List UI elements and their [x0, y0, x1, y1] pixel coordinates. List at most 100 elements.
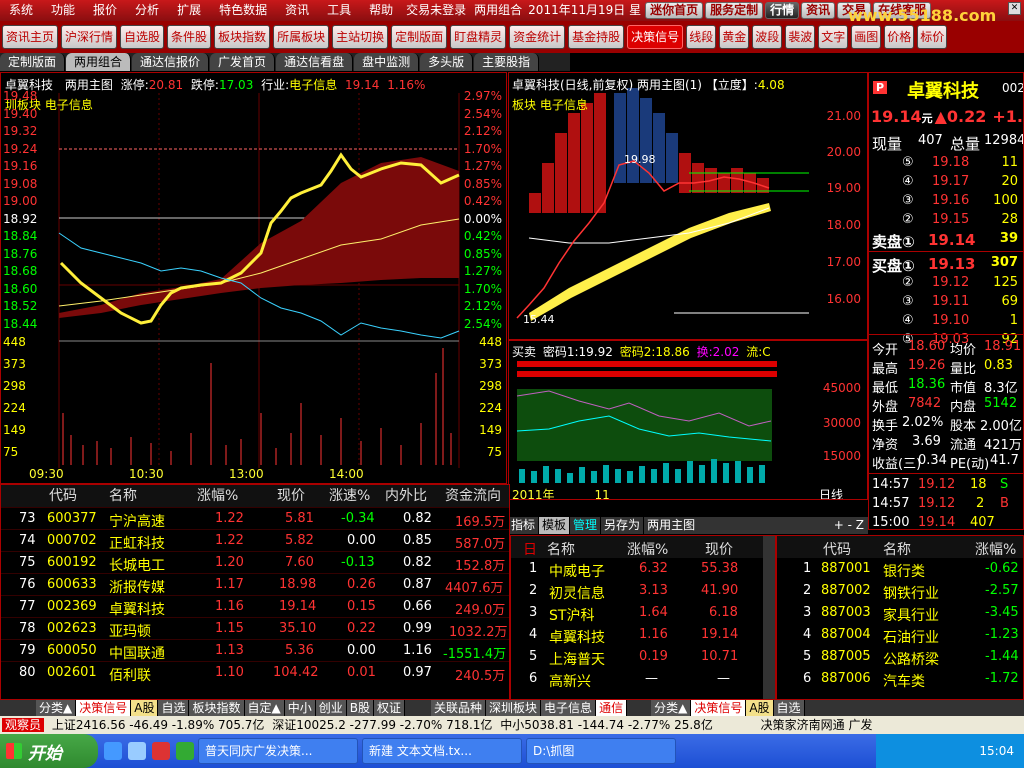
tab-custom[interactable]: 自定▲ [244, 700, 285, 716]
ie-icon[interactable] [104, 742, 122, 760]
server-switch-button[interactable]: 主站切换 [332, 25, 389, 49]
tab-decision-signal[interactable]: 决策信号 [76, 700, 132, 716]
tab-template[interactable]: 模板 [539, 517, 571, 534]
tab-watchlist-right[interactable]: 自选 [773, 700, 805, 716]
tab-a-shares-right[interactable]: A股 [746, 700, 774, 716]
quote-button[interactable]: 行情 [765, 2, 800, 19]
tab-tdx-watch[interactable]: 通达信看盘 [276, 53, 354, 71]
news-home-button[interactable]: 资讯主页 [2, 25, 59, 49]
decision-signal-button[interactable]: 决策信号 [627, 25, 684, 49]
tab-tdx-quote[interactable]: 通达信报价 [132, 53, 210, 71]
tab-watchlist[interactable]: 自选 [158, 700, 190, 716]
tab-main-index[interactable]: 主要股指 [474, 53, 540, 71]
menu-icon[interactable]: 日 [523, 539, 537, 559]
tab-b-shares[interactable]: B股 [346, 700, 374, 716]
tab-category-right[interactable]: 分类▲ [651, 700, 692, 716]
list-item[interactable]: 5 上海普天 0.19 10.71 [511, 646, 775, 668]
period-label[interactable]: 日线 [819, 486, 843, 499]
tab-intraday-monitor[interactable]: 盘中监测 [354, 53, 420, 71]
sz-index[interactable]: 深证10025.2 -277.99 -2.70% 718.1亿 [272, 718, 492, 732]
table-row[interactable]: 73 600377 宁沪高速 1.22 5.81 -0.34 0.82 169.5万 [1, 507, 509, 530]
list-item[interactable]: 4 卓翼科技 1.16 19.14 [511, 624, 775, 646]
start-button[interactable]: 开始 [0, 734, 98, 768]
news-button[interactable]: 资讯 [801, 2, 836, 19]
tab-a-shares[interactable]: A股 [131, 700, 159, 716]
list-item[interactable]: 3 887003 家具行业 -3.45 [777, 602, 1023, 624]
menu-help[interactable]: 帮助 [360, 0, 402, 21]
app2-icon[interactable] [176, 742, 194, 760]
table-row[interactable]: 76 600633 浙报传媒 1.17 18.98 0.26 0.87 4407.6万 [1, 573, 509, 596]
task-app-3[interactable]: D:\抓图 [526, 738, 676, 764]
app-icon[interactable] [152, 742, 170, 760]
desktop-icon[interactable] [128, 742, 146, 760]
tab-chinext[interactable]: 创业 [315, 700, 347, 716]
tab-sz-sector[interactable]: 深圳板块 [486, 700, 542, 716]
intraday-chart-panel[interactable]: 卓翼科技 两用主图 涨停:20.81 跌停:17.03 行业:电子信息 19.1… [0, 72, 507, 484]
service-button[interactable]: 服务定制 [705, 2, 764, 19]
menu-extend[interactable]: 扩展 [168, 0, 210, 21]
list-item[interactable]: 3 ST沪科 1.64 6.18 [511, 602, 775, 624]
kline-indicator-panel[interactable]: 买卖 密码1:19.92 密码2:18.86 换:2.02 流:C 45000 … [508, 340, 868, 500]
menu-news[interactable]: 资讯 [276, 0, 318, 21]
task-app-2[interactable]: 新建 文本文档.tx... [362, 738, 522, 764]
market-quote-button[interactable]: 沪深行情 [61, 25, 118, 49]
tab-telecom[interactable]: 通信 [596, 700, 628, 716]
menu-special-data[interactable]: 特色数据 [210, 0, 276, 21]
fund-holdings-button[interactable]: 基金持股 [568, 25, 625, 49]
monitor-button[interactable]: 盯盘精灵 [450, 25, 507, 49]
line-segment-button[interactable]: 线段 [686, 25, 717, 49]
tab-electronics[interactable]: 电子信息 [541, 700, 597, 716]
list-item[interactable]: 2 887002 钢铁行业 -2.57 [777, 580, 1023, 602]
kline-chart-panel[interactable]: 卓翼科技(日线,前复权) 两用主图(1) 【立度】:4.08 板块 电子信息 1… [508, 72, 868, 340]
list-item[interactable]: 6 高新兴 — — [511, 668, 775, 690]
menu-function[interactable]: 功能 [42, 0, 84, 21]
tab-indicator[interactable]: 指标 [508, 517, 540, 534]
menu-quote[interactable]: 报价 [84, 0, 126, 21]
sh-index[interactable]: 上证2416.56 -46.49 -1.89% 705.7亿 [52, 718, 265, 732]
draw-button[interactable]: 画图 [851, 25, 882, 49]
tab-decision-signal-right[interactable]: 决策信号 [691, 700, 747, 716]
fund-stats-button[interactable]: 资金统计 [509, 25, 566, 49]
gold-button[interactable]: 黄金 [719, 25, 750, 49]
tab-category[interactable]: 分类▲ [36, 700, 77, 716]
task-app-1[interactable]: 普天同庆广发决策... [198, 738, 358, 764]
list-item[interactable]: 2 初灵信息 3.13 41.90 [511, 580, 775, 602]
table-row[interactable]: 78 002623 亚玛顿 1.15 35.10 0.22 0.99 1032.2万 [1, 617, 509, 640]
tab-save-as[interactable]: 另存为 [601, 517, 645, 534]
text-button[interactable]: 文字 [818, 25, 849, 49]
close-icon[interactable]: ✕ [1008, 2, 1021, 15]
tab-bull-layout[interactable]: 多头版 [420, 53, 474, 71]
list-item[interactable]: 1 887001 银行类 -0.62 [777, 558, 1023, 580]
table-row[interactable]: 79 600050 中国联通 1.13 5.36 0.00 1.16 -1551.4万 [1, 639, 509, 662]
list-item[interactable]: 5 887005 公路桥梁 -1.44 [777, 646, 1023, 668]
scrollbar[interactable] [763, 536, 775, 699]
tab-sme[interactable]: 中小 [284, 700, 316, 716]
table-row[interactable]: 74 000702 正虹科技 1.22 5.82 0.00 0.85 587.0万 [1, 529, 509, 552]
watchlist-button[interactable]: 自选股 [120, 25, 165, 49]
table-row[interactable]: 75 600192 长城电工 1.20 7.60 -0.13 0.82 152.8万 [1, 551, 509, 574]
tab-custom-layout[interactable]: 定制版面 [0, 53, 66, 71]
wave-button[interactable]: 波段 [752, 25, 783, 49]
table-row[interactable]: 77 002369 卓翼科技 1.16 19.14 0.15 0.66 249.0万 [1, 595, 509, 618]
tab-dual-combo[interactable]: 两用组合 [66, 53, 132, 71]
tab-related[interactable]: 关联品种 [431, 700, 487, 716]
table-row[interactable]: 80 002601 佰利联 1.10 104.42 0.01 0.97 240.5万 [1, 661, 509, 684]
tab-gf-home[interactable]: 广发首页 [210, 53, 276, 71]
tab-dual-main[interactable]: 两用主图 [644, 517, 698, 534]
list-item[interactable]: 6 887006 汽车类 -1.72 [777, 668, 1023, 690]
menu-analysis[interactable]: 分析 [126, 0, 168, 21]
tab-sector-index[interactable]: 板块指数 [189, 700, 245, 716]
menu-system[interactable]: 系统 [0, 0, 42, 21]
sector-index-button[interactable]: 板块指数 [214, 25, 271, 49]
list-item[interactable]: 4 887004 石油行业 -1.23 [777, 624, 1023, 646]
tab-manage[interactable]: 管理 [570, 517, 602, 534]
condition-stock-button[interactable]: 条件股 [167, 25, 212, 49]
menu-tools[interactable]: 工具 [318, 0, 360, 21]
custom-layout-button[interactable]: 定制版面 [391, 25, 448, 49]
mini-home-button[interactable]: 迷你首页 [645, 2, 704, 19]
owned-sector-button[interactable]: 所属板块 [273, 25, 330, 49]
price-button[interactable]: 价格 [884, 25, 915, 49]
mark-price-button[interactable]: 标价 [917, 25, 948, 49]
fibonacci-button[interactable]: 裴波 [785, 25, 816, 49]
sme-index[interactable]: 中小5038.81 -144.74 -2.77% 25.8亿 [500, 718, 713, 732]
